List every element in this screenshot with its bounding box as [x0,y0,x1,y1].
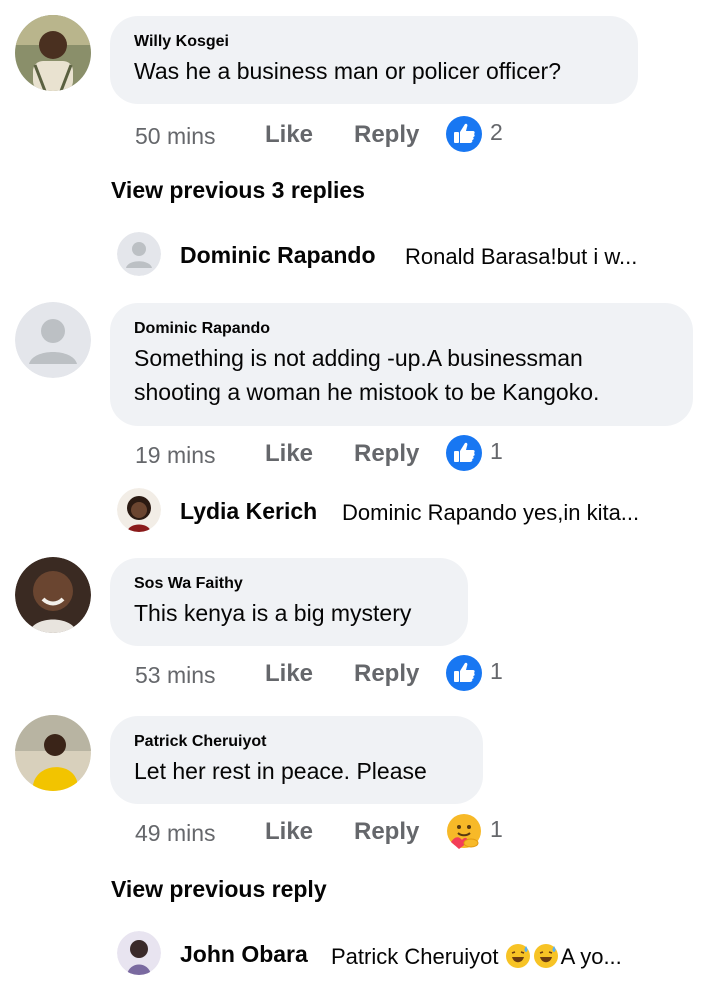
reaction-count[interactable]: 2 [490,119,503,146]
comment-time[interactable]: 53 mins [135,662,216,689]
avatar-patrick-cheruiyot[interactable] [15,715,91,791]
reply-text: Ronald Barasa!but i w... [405,244,638,269]
reply-button[interactable]: Reply [354,121,419,149]
reply-author[interactable]: John Obara [180,941,308,968]
comment-time[interactable]: 19 mins [135,442,216,469]
like-button[interactable]: Like [265,440,313,468]
reaction-count[interactable]: 1 [490,658,503,685]
comment-text: Was he a business man or policer officer… [134,58,561,84]
view-previous-reply[interactable]: View previous reply [111,876,327,903]
thumbs-up-icon[interactable] [445,434,483,472]
comment-author[interactable]: Sos Wa Faithy [134,574,444,594]
avatar-sos-wa-faithy[interactable] [15,557,91,633]
comment-author[interactable]: Patrick Cheruiyot [134,732,459,752]
comment-actions: 50 mins Like Reply 2 [135,115,535,155]
comment-actions: 49 mins Like Reply 1 [135,812,535,852]
reply-author[interactable]: Lydia Kerich [180,498,317,525]
comment-bubble: Sos Wa Faithy This kenya is a big myster… [110,558,468,646]
view-previous-replies[interactable]: View previous 3 replies [111,177,365,204]
reply-preview[interactable]: Dominic Rapando Ronald Barasa!but i w... [117,232,697,278]
comment-bubble: Patrick Cheruiyot Let her rest in peace.… [110,716,483,804]
reply-text: Dominic Rapando yes,in kita... [342,500,640,525]
avatar-willy-kosgei[interactable] [15,15,91,91]
reply-text: Patrick Cheruiyot A yo... [331,943,622,970]
reply-mention[interactable]: Patrick Cheruiyot [331,944,499,969]
like-button[interactable]: Like [265,121,313,149]
thumbs-up-icon[interactable] [445,115,483,153]
avatar-default[interactable] [15,302,91,378]
comment-text: This kenya is a big mystery [134,600,412,626]
reaction-count[interactable]: 1 [490,438,503,465]
comment-bubble: Willy Kosgei Was he a business man or po… [110,16,638,104]
like-button[interactable]: Like [265,818,313,846]
reply-preview[interactable]: Lydia Kerich Dominic Rapando yes,in kita… [117,488,697,534]
avatar-default [117,232,161,276]
reply-button[interactable]: Reply [354,818,419,846]
avatar-john-obara [117,931,161,975]
comment-author[interactable]: Willy Kosgei [134,32,614,52]
comment-author[interactable]: Dominic Rapando [134,319,669,339]
reply-text-tail: A yo... [560,944,622,969]
grinning-sweat-emoji [533,944,558,968]
reaction-count[interactable]: 1 [490,816,503,843]
reply-button[interactable]: Reply [354,660,419,688]
comment-text: Let her rest in peace. Please [134,758,427,784]
like-button[interactable]: Like [265,660,313,688]
care-reaction-icon[interactable] [445,812,483,850]
comment-time[interactable]: 49 mins [135,820,216,847]
comment-actions: 53 mins Like Reply 1 [135,654,535,694]
reply-author[interactable]: Dominic Rapando [180,242,376,269]
comment-text: Something is not adding -up.A businessma… [134,345,583,371]
comment-bubble: Dominic Rapando Something is not adding … [110,303,693,426]
reply-preview[interactable]: John Obara Patrick Cheruiyot A yo... [117,931,697,977]
comment-actions: 19 mins Like Reply 1 [135,434,535,474]
avatar-lydia-kerich [117,488,161,532]
thumbs-up-icon[interactable] [445,654,483,692]
reply-button[interactable]: Reply [354,440,419,468]
grinning-sweat-emoji [505,944,530,968]
comment-text: shooting a woman he mistook to be Kangok… [134,379,600,405]
comment-time[interactable]: 50 mins [135,123,216,150]
